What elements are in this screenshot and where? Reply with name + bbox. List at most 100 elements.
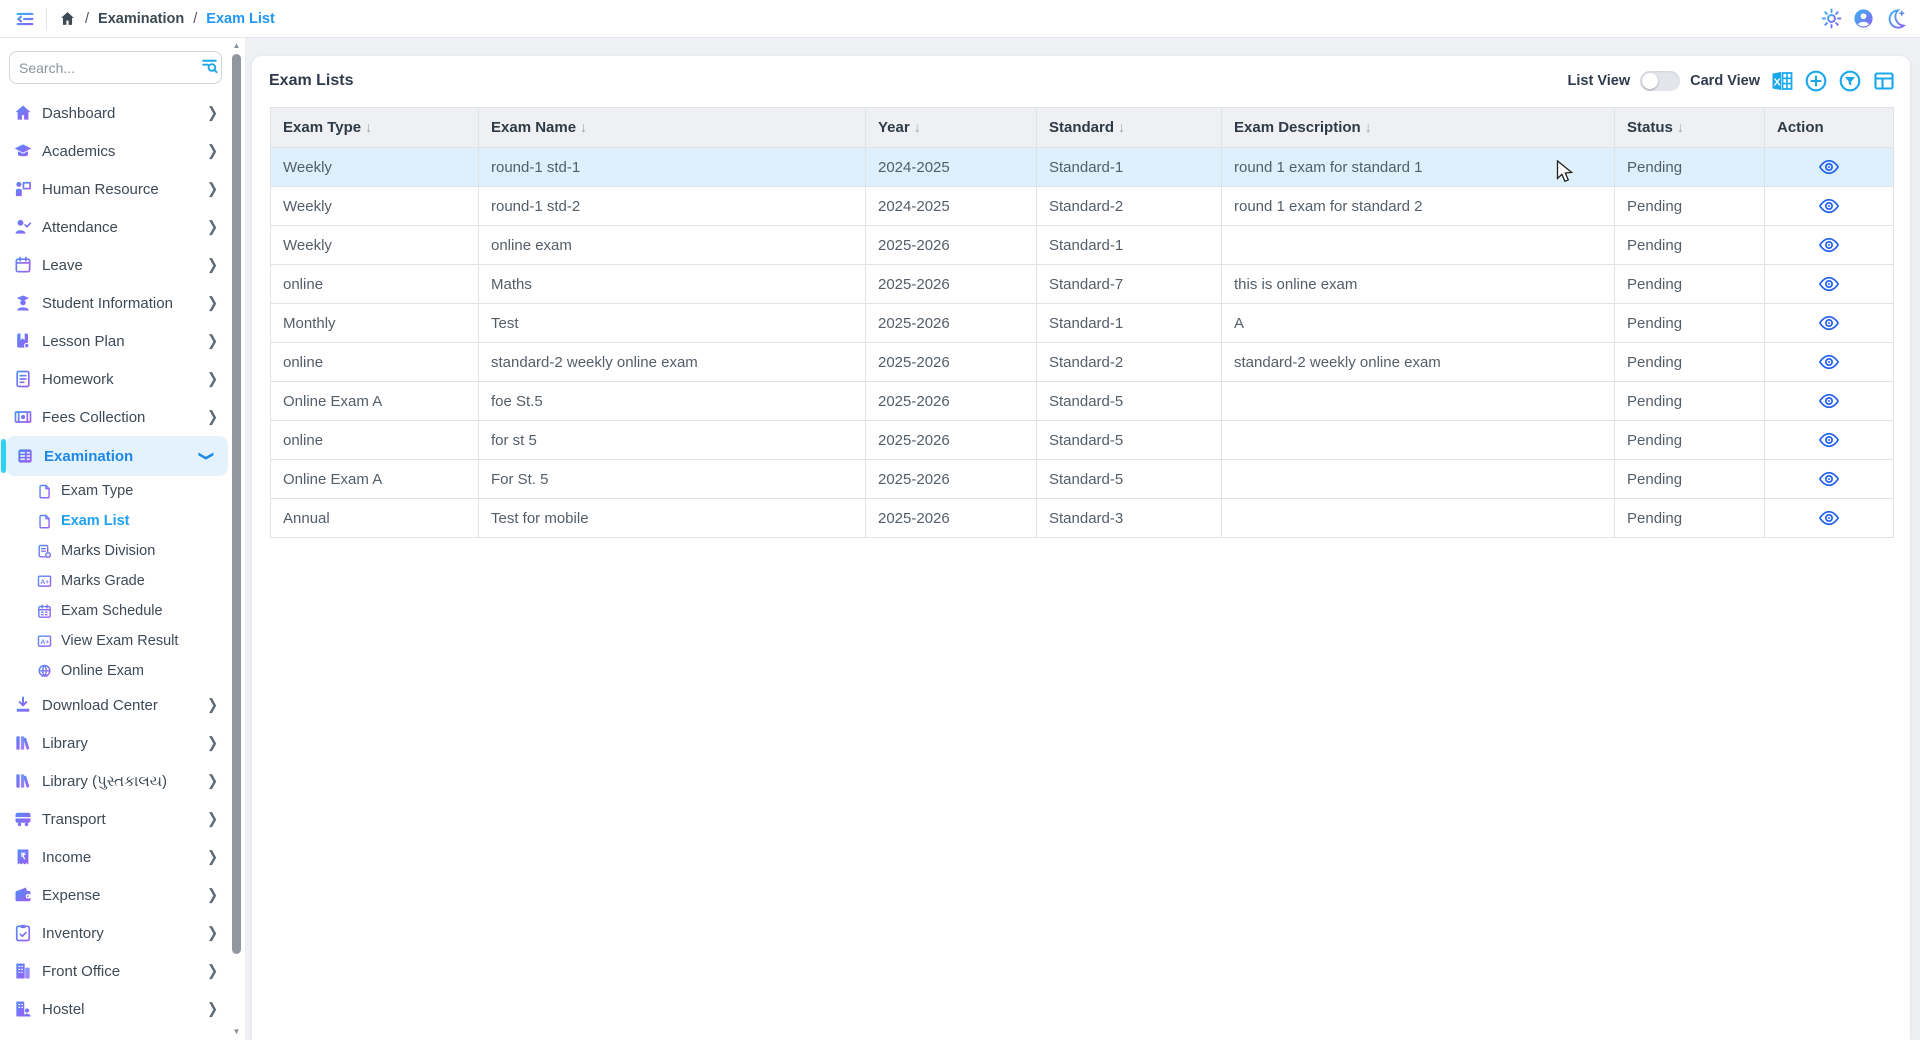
chevron-right-icon: ❯: [207, 332, 218, 350]
view-toggle[interactable]: [1640, 71, 1680, 91]
sidebar-item-label: Hostel: [42, 1001, 85, 1018]
card-header: Exam Lists List View Card View X: [252, 56, 1910, 106]
view-eye-icon[interactable]: [1816, 505, 1842, 531]
view-eye-icon[interactable]: [1816, 349, 1842, 375]
scroll-up-icon[interactable]: ▲: [231, 40, 242, 52]
sidebar-subitem-exam-schedule[interactable]: Exam Schedule: [0, 596, 232, 626]
breadcrumb-home-icon[interactable]: [59, 10, 76, 27]
table-row[interactable]: MonthlyTest2025-2026Standard-1APending: [271, 304, 1894, 343]
table-row[interactable]: Online Exam Afoe St.52025-2026Standard-5…: [271, 382, 1894, 421]
search-lines-icon[interactable]: [200, 56, 219, 80]
front-office-icon: [13, 961, 33, 981]
sidebar-item-lesson-plan[interactable]: Lesson Plan ❯: [0, 322, 232, 360]
sidebar-item-inventory[interactable]: Inventory❯: [0, 914, 232, 952]
view-exam-result-icon: A+: [36, 633, 53, 650]
sidebar-item-fees-collection[interactable]: Fees Collection❯: [0, 398, 232, 436]
breadcrumb-item-exam-list[interactable]: Exam List: [206, 11, 275, 27]
cell-action: [1765, 382, 1894, 421]
table-row[interactable]: Weeklyround-1 std-12024-2025Standard-1ro…: [271, 148, 1894, 187]
settings-gear-icon[interactable]: [1819, 6, 1844, 31]
filter-icon[interactable]: [1838, 69, 1862, 93]
sidebar-item-label: Fees Collection: [42, 409, 145, 426]
breadcrumb-item-examination[interactable]: Examination: [98, 11, 184, 27]
search-input[interactable]: [19, 60, 200, 76]
view-eye-icon[interactable]: [1816, 427, 1842, 453]
view-eye-icon[interactable]: [1816, 310, 1842, 336]
scrollbar-thumb[interactable]: [232, 54, 241, 954]
sidebar-item-label: Front Office: [42, 963, 120, 980]
column-header-status[interactable]: Status↓: [1615, 108, 1765, 148]
table-row[interactable]: onlinefor st 52025-2026Standard-5Pending: [271, 421, 1894, 460]
sidebar-subitem-exam-list[interactable]: Exam List: [0, 506, 232, 536]
sidebar-item-library[interactable]: Library (પુસ્તકાલય)❯: [0, 762, 232, 800]
cell-exam_type: Weekly: [271, 226, 479, 265]
sidebar-item-attendance[interactable]: Attendance❯: [0, 208, 232, 246]
sidebar-item-homework[interactable]: Homework❯: [0, 360, 232, 398]
marks-division-icon: [36, 543, 53, 560]
dashboard-icon: [13, 103, 33, 123]
sidebar-subitem-label: Exam Schedule: [61, 603, 163, 619]
sidebar-collapse-icon[interactable]: [12, 6, 38, 32]
table-row[interactable]: Weeklyonline exam2025-2026Standard-1Pend…: [271, 226, 1894, 265]
table-row[interactable]: onlineMaths2025-2026Standard-7this is on…: [271, 265, 1894, 304]
view-eye-icon[interactable]: [1816, 193, 1842, 219]
view-eye-icon[interactable]: [1816, 232, 1842, 258]
table-row[interactable]: Online Exam AFor St. 52025-2026Standard-…: [271, 460, 1894, 499]
columns-icon[interactable]: [1872, 69, 1896, 93]
sidebar-item-income[interactable]: ₹Income❯: [0, 838, 232, 876]
sidebar-item-transport[interactable]: Transport❯: [0, 800, 232, 838]
lesson-plan-icon: [13, 331, 33, 351]
sidebar-item-download-center[interactable]: Download Center❯: [0, 686, 232, 724]
table-row[interactable]: Weeklyround-1 std-22024-2025Standard-2ro…: [271, 187, 1894, 226]
app-window: / Examination / Exam List: [0, 0, 1920, 1040]
student-information-icon: [13, 293, 33, 313]
sidebar-item-academics[interactable]: Academics❯: [0, 132, 232, 170]
excel-export-icon[interactable]: X: [1770, 69, 1794, 93]
sidebar-subitem-online-exam[interactable]: Online Exam: [0, 656, 232, 686]
page-title: Exam Lists: [269, 72, 353, 90]
academics-icon: [13, 141, 33, 161]
sidebar-subitem-label: Online Exam: [61, 663, 144, 679]
sidebar-subitem-view-exam-result[interactable]: A+ View Exam Result: [0, 626, 232, 656]
column-header-exam-description[interactable]: Exam Description↓: [1222, 108, 1615, 148]
sidebar-item-front-office[interactable]: Front Office ❯: [0, 952, 232, 990]
sidebar-subitem-marks-division[interactable]: Marks Division: [0, 536, 232, 566]
sidebar-item-examination[interactable]: Examination❯: [6, 436, 228, 476]
column-header-exam-type[interactable]: Exam Type↓: [271, 108, 479, 148]
sidebar-item-expense[interactable]: Expense❯: [0, 876, 232, 914]
sidebar-item-human-resource[interactable]: Human Resource❯: [0, 170, 232, 208]
cell-year: 2024-2025: [866, 187, 1037, 226]
chevron-right-icon: ❯: [207, 962, 218, 980]
view-eye-icon[interactable]: [1816, 388, 1842, 414]
column-header-exam-name[interactable]: Exam Name↓: [479, 108, 866, 148]
sort-descending-icon: ↓: [1677, 119, 1684, 135]
chevron-right-icon: ❯: [207, 772, 218, 790]
table-row[interactable]: onlinestandard-2 weekly online exam2025-…: [271, 343, 1894, 382]
cell-year: 2025-2026: [866, 499, 1037, 538]
sidebar-subitem-exam-type[interactable]: Exam Type: [0, 476, 232, 506]
dark-mode-moon-icon[interactable]: [1883, 6, 1908, 31]
sidebar-item-hostel[interactable]: Hostel❯: [0, 990, 232, 1028]
breadcrumb-separator: /: [193, 11, 197, 27]
sidebar-item-student-information[interactable]: Student Information❯: [0, 284, 232, 322]
add-icon[interactable]: [1804, 69, 1828, 93]
view-eye-icon[interactable]: [1816, 271, 1842, 297]
column-header-year[interactable]: Year↓: [866, 108, 1037, 148]
user-profile-icon[interactable]: [1851, 6, 1876, 31]
table-row[interactable]: AnnualTest for mobile2025-2026Standard-3…: [271, 499, 1894, 538]
chevron-right-icon: ❯: [207, 848, 218, 866]
column-header-standard[interactable]: Standard↓: [1037, 108, 1222, 148]
sidebar-subitem-label: Exam Type: [61, 483, 133, 499]
sidebar-subitem-marks-grade[interactable]: A+Marks Grade: [0, 566, 232, 596]
view-eye-icon[interactable]: [1816, 466, 1842, 492]
view-eye-icon[interactable]: [1816, 154, 1842, 180]
chevron-right-icon: ❯: [207, 294, 218, 312]
sidebar-item-library[interactable]: Library❯: [0, 724, 232, 762]
scroll-down-icon[interactable]: ▼: [231, 1026, 242, 1038]
sidebar-item-dashboard[interactable]: Dashboard❯: [0, 94, 232, 132]
sidebar-item-communicate[interactable]: Communicate❯: [0, 1028, 232, 1040]
cell-exam_type: Annual: [271, 499, 479, 538]
sidebar-item-leave[interactable]: Leave❯: [0, 246, 232, 284]
sidebar-subitem-label: View Exam Result: [61, 633, 178, 649]
sidebar-item-label: Lesson Plan: [42, 333, 125, 350]
